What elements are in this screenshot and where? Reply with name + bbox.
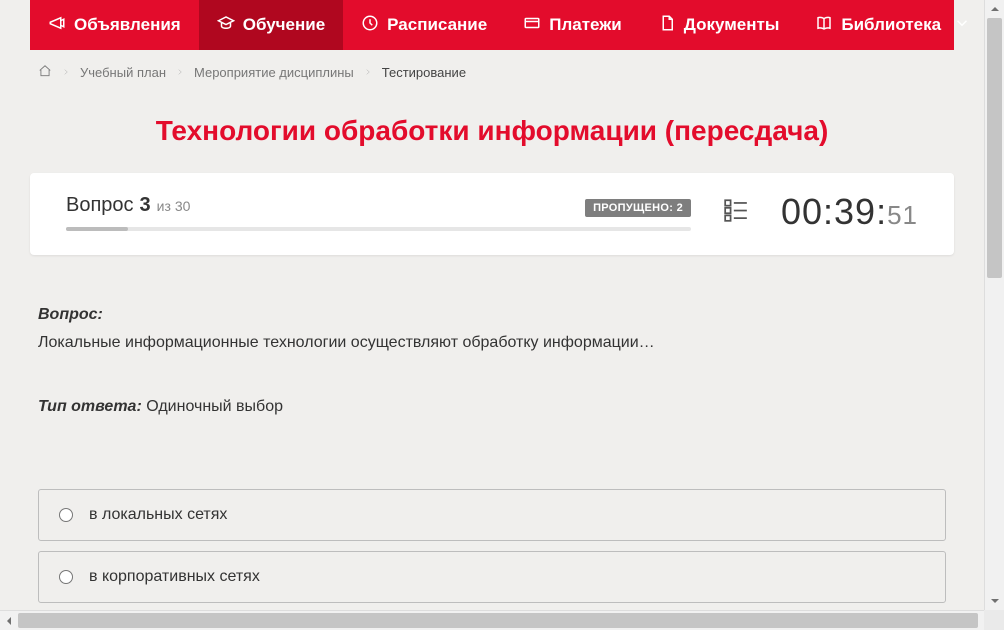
megaphone-icon <box>48 14 66 37</box>
document-icon <box>658 14 676 37</box>
timer-main: 00:39: <box>781 191 887 233</box>
graduation-cap-icon <box>217 14 235 37</box>
nav-education[interactable]: Обучение <box>199 0 343 50</box>
scroll-left-arrow-icon[interactable] <box>0 611 18 630</box>
scroll-up-arrow-icon[interactable] <box>985 0 1004 18</box>
nav-item-label: Документы <box>684 15 780 35</box>
question-total: из 30 <box>157 198 191 214</box>
horizontal-scroll-track[interactable] <box>18 611 986 630</box>
vertical-scroll-thumb[interactable] <box>987 18 1002 278</box>
timer: 00:39: 51 <box>781 191 918 233</box>
horizontal-scroll-thumb[interactable] <box>18 613 978 628</box>
clock-icon <box>361 14 379 37</box>
breadcrumb: Учебный план Мероприятие дисциплины Тест… <box>30 50 954 87</box>
chevron-right-icon <box>176 65 184 80</box>
chevron-down-icon <box>953 14 971 37</box>
progress-bar <box>66 227 691 231</box>
question-text: Локальные информационные технологии осущ… <box>38 331 946 355</box>
card-icon <box>523 14 541 37</box>
nav-item-label: Расписание <box>387 15 487 35</box>
nav-library[interactable]: Библиотека <box>797 0 984 50</box>
question-header-card: Вопрос 3 из 30 ПРОПУЩЕНО: 2 <box>30 173 954 255</box>
answer-type-value: Одиночный выбор <box>146 398 283 415</box>
breadcrumb-item-testing: Тестирование <box>382 65 466 80</box>
nav-item-label: Обучение <box>243 15 325 35</box>
skipped-badge: ПРОПУЩЕНО: 2 <box>585 199 691 217</box>
scroll-down-arrow-icon[interactable] <box>985 592 1004 610</box>
question-list-button[interactable] <box>721 197 751 228</box>
nav-schedule[interactable]: Расписание <box>343 0 505 50</box>
answer-type-label: Тип ответа: <box>38 398 142 415</box>
chevron-right-icon <box>62 65 70 80</box>
nav-documents[interactable]: Документы <box>640 0 798 50</box>
vertical-scroll-track[interactable] <box>985 18 1004 592</box>
progress-fill <box>66 227 128 231</box>
horizontal-scrollbar[interactable] <box>0 610 1004 630</box>
nav-item-label: Объявления <box>74 15 181 35</box>
answer-text: в локальных сетях <box>89 506 227 524</box>
nav-payments[interactable]: Платежи <box>505 0 640 50</box>
answer-radio[interactable] <box>59 570 73 584</box>
answer-option[interactable]: в корпоративных сетях <box>38 551 946 603</box>
question-number: 3 <box>140 194 151 217</box>
chevron-right-icon <box>364 65 372 80</box>
nav-item-label: Платежи <box>549 15 622 35</box>
home-icon[interactable] <box>38 64 52 81</box>
page-title: Технологии обработки информации (пересда… <box>30 87 954 173</box>
main-nav: Объявления Обучение Расписание Платежи <box>30 0 954 50</box>
book-icon <box>815 14 833 37</box>
breadcrumb-item-plan[interactable]: Учебный план <box>80 65 166 80</box>
nav-item-label: Библиотека <box>841 15 941 35</box>
question-body: Вопрос: Локальные информационные техноло… <box>30 255 954 489</box>
breadcrumb-item-event[interactable]: Мероприятие дисциплины <box>194 65 354 80</box>
answer-radio[interactable] <box>59 508 73 522</box>
question-word: Вопрос <box>66 194 134 217</box>
answer-text: в корпоративных сетях <box>89 568 260 586</box>
answer-option[interactable]: в локальных сетях <box>38 489 946 541</box>
list-icon <box>721 210 751 227</box>
scrollbar-corner <box>984 610 1004 630</box>
answers-list: в локальных сетях в корпоративных сетях … <box>30 489 954 610</box>
question-label: Вопрос: <box>38 306 103 323</box>
timer-seconds: 51 <box>887 200 918 231</box>
nav-announcements[interactable]: Объявления <box>30 0 199 50</box>
vertical-scrollbar[interactable] <box>984 0 1004 610</box>
question-progress-block: Вопрос 3 из 30 ПРОПУЩЕНО: 2 <box>66 194 691 231</box>
